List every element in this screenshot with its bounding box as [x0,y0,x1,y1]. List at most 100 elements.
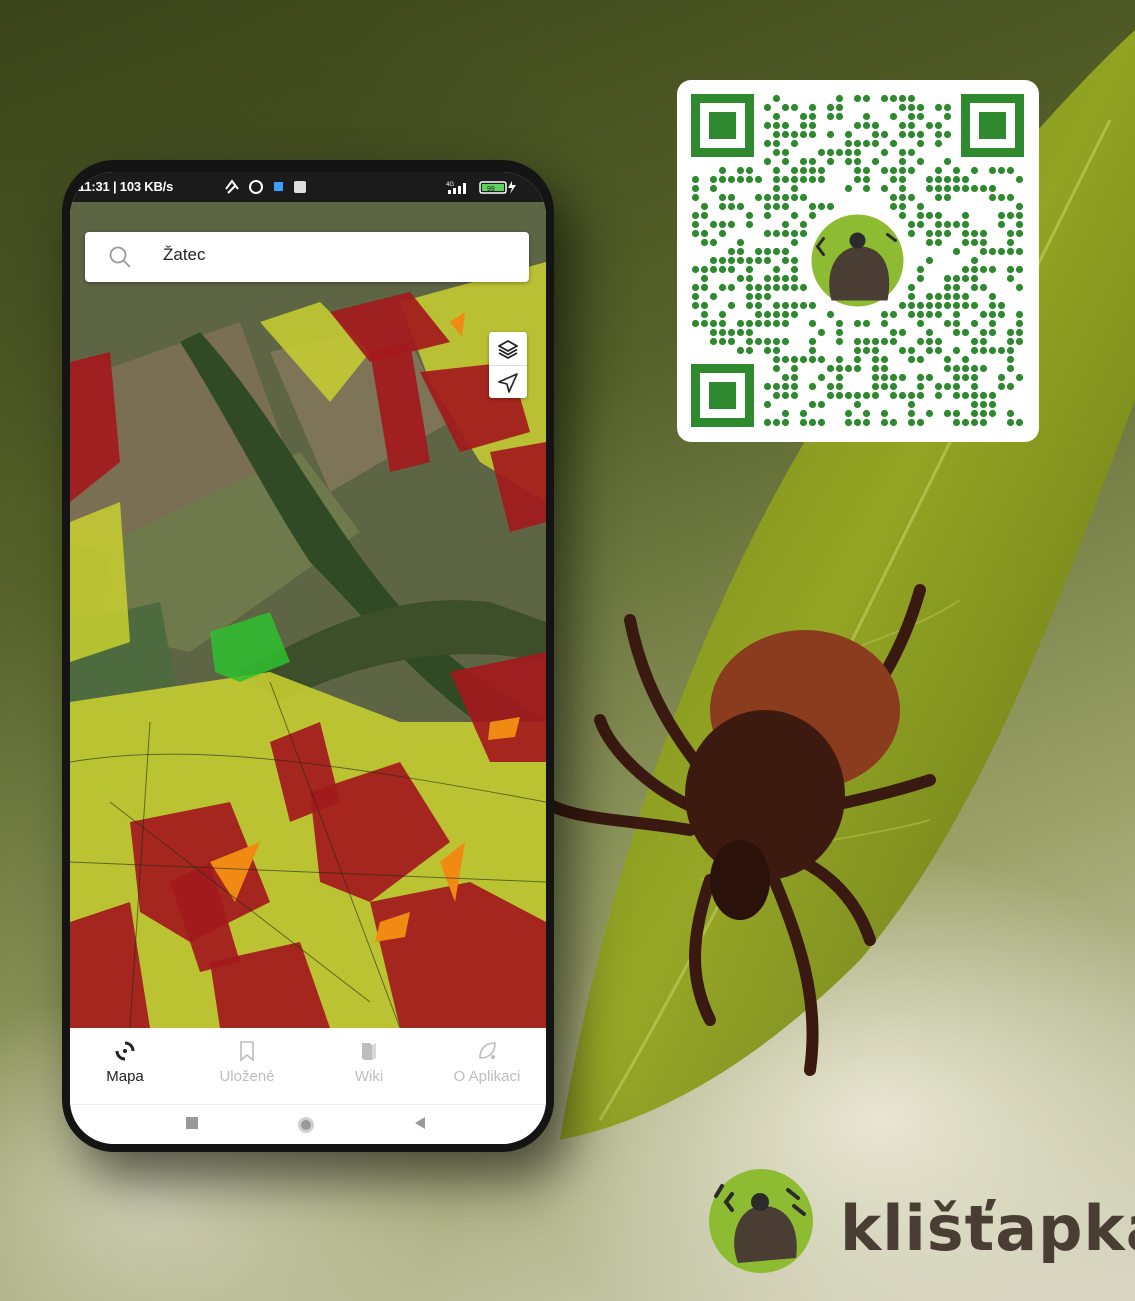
qr-dot [916,265,925,274]
home-button[interactable] [296,1115,316,1140]
qr-dot [772,265,781,274]
qr-dot [952,220,961,229]
qr-dot [880,184,889,193]
qr-dot [889,337,898,346]
qr-dot [943,193,952,202]
qr-dot [943,409,952,418]
qr-dot [808,103,817,112]
qr-dot [736,202,745,211]
qr-dot [772,355,781,364]
qr-dot [790,130,799,139]
nav-item-wiki[interactable]: Wiki [314,1040,424,1085]
qr-dot [961,274,970,283]
layers-icon [498,339,518,359]
qr-dot [736,274,745,283]
qr-dot [754,193,763,202]
qr-dot [763,229,772,238]
qr-dot [943,319,952,328]
qr-dot [772,418,781,427]
qr-dot [718,175,727,184]
alarm-icon [249,180,263,194]
app-notification-icon [274,182,283,191]
qr-dot [943,157,952,166]
qr-dot [1006,166,1015,175]
qr-dot [790,373,799,382]
qr-dot [871,337,880,346]
qr-dot [943,103,952,112]
layers-button[interactable] [489,332,527,365]
qr-dot [781,121,790,130]
qr-dot [700,229,709,238]
qr-dot [952,418,961,427]
qr-dot [790,382,799,391]
qr-dot [889,202,898,211]
qr-dot [907,130,916,139]
qr-dot [988,391,997,400]
bookmark-icon [240,1041,254,1062]
qr-dot [871,373,880,382]
qr-dot [781,202,790,211]
qr-code[interactable] [677,80,1039,442]
qr-dot [907,346,916,355]
qr-dot [817,175,826,184]
qr-dot [988,247,997,256]
qr-dot [826,157,835,166]
qr-dot [916,220,925,229]
qr-dot [970,346,979,355]
qr-dot [1006,193,1015,202]
qr-dot [772,310,781,319]
qr-dot [745,265,754,274]
qr-dot [979,247,988,256]
qr-dot [1015,337,1024,346]
qr-dot [961,301,970,310]
qr-dot [727,193,736,202]
qr-dot [880,310,889,319]
qr-dot [889,166,898,175]
qr-dot [718,220,727,229]
qr-dot [691,319,700,328]
qr-dot [772,346,781,355]
risk-map[interactable] [70,202,546,1028]
qr-dot [970,229,979,238]
qr-dot [916,310,925,319]
qr-dot [925,310,934,319]
qr-dot [979,346,988,355]
qr-dot [880,355,889,364]
qr-dot [1006,409,1015,418]
qr-dot [835,364,844,373]
app-screen: 11:31 | 103 KB/s 4G 99 Žatec Mapa Uložen… [70,172,546,1144]
nav-item-mapa[interactable]: Mapa [70,1040,180,1085]
qr-dot [799,112,808,121]
qr-dot [790,175,799,184]
qr-dot [718,193,727,202]
qr-dot [1006,346,1015,355]
nav-label: Mapa [106,1068,144,1085]
qr-dot [934,130,943,139]
locate-button[interactable] [489,365,527,399]
search-input[interactable] [163,245,493,265]
qr-dot [943,112,952,121]
tick-photo [544,584,936,1076]
qr-dot [727,265,736,274]
nav-item-o-aplikaci[interactable]: O Aplikaci [432,1040,542,1085]
search-bar[interactable] [85,232,529,282]
qr-dot [700,319,709,328]
qr-dot [997,346,1006,355]
qr-dot [934,382,943,391]
qr-dot [988,184,997,193]
recent-apps-button[interactable] [184,1115,200,1136]
qr-dot [745,337,754,346]
qr-dot [709,319,718,328]
back-button[interactable] [412,1115,428,1136]
nav-item-ulozene[interactable]: Uložené [192,1040,302,1085]
qr-dot [817,400,826,409]
qr-dot [925,175,934,184]
qr-dot [988,319,997,328]
status-time: 11:31 | 103 KB/s [78,179,174,194]
qr-dot [799,166,808,175]
qr-dot [889,328,898,337]
qr-dot [736,319,745,328]
qr-dot [772,364,781,373]
qr-dot [781,418,790,427]
qr-dot [835,382,844,391]
